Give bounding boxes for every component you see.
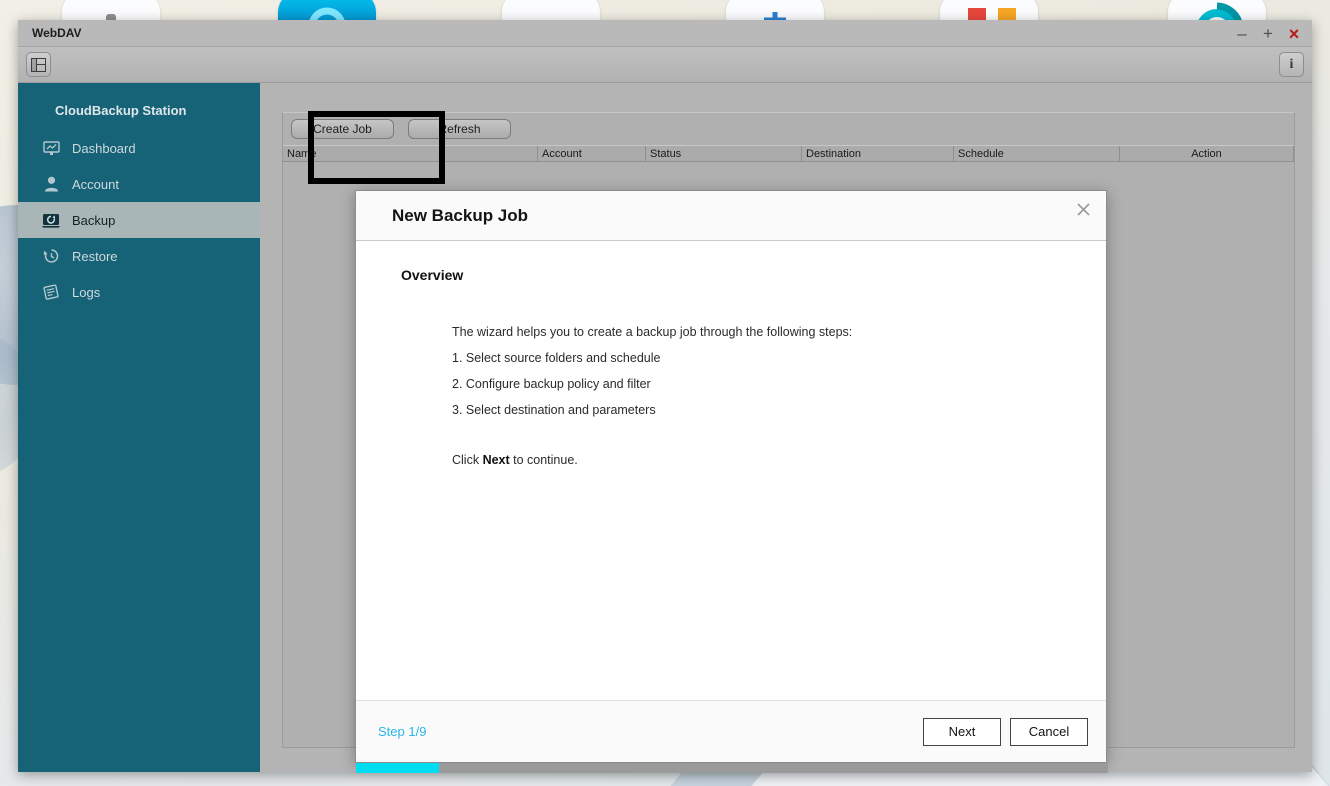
window-controls: – + ×: [1232, 20, 1304, 47]
jobs-toolbar: Create Job Refresh: [283, 113, 1294, 145]
dashboard-icon: [40, 139, 62, 157]
sidebar-item-dashboard[interactable]: Dashboard: [18, 130, 260, 166]
continue-suffix: to continue.: [509, 453, 578, 467]
column-header-name[interactable]: Name: [283, 146, 538, 161]
desktop-background: WebDAV – + × i CloudBackup Station Dashb…: [0, 0, 1330, 786]
close-button[interactable]: ×: [1284, 23, 1304, 45]
cancel-button[interactable]: Cancel: [1010, 717, 1088, 746]
dialog-header: New Backup Job: [356, 191, 1106, 241]
instruction-step-1: 1. Select source folders and schedule: [452, 351, 661, 365]
panel-layout-icon[interactable]: [26, 52, 51, 77]
sidebar: CloudBackup Station Dashboard Account Ba…: [18, 83, 260, 772]
sidebar-item-backup[interactable]: Backup: [18, 202, 260, 238]
dialog-title: New Backup Job: [392, 205, 529, 225]
dialog-actions: Next Cancel: [923, 717, 1088, 746]
application-window: WebDAV – + × i CloudBackup Station Dashb…: [18, 20, 1312, 773]
instruction-spacer: [452, 429, 1106, 453]
refresh-button[interactable]: Refresh: [408, 119, 511, 139]
sidebar-item-label: Backup: [72, 212, 116, 228]
window-titlebar: WebDAV – + ×: [18, 20, 1312, 47]
maximize-button[interactable]: +: [1258, 23, 1278, 45]
panel-layout-glyph: [31, 57, 46, 72]
jobs-table-header: Name Account Status Destination Schedule…: [283, 145, 1294, 162]
column-header-destination[interactable]: Destination: [802, 146, 954, 161]
restore-clock-icon: [40, 247, 62, 265]
instruction-intro: The wizard helps you to create a backup …: [452, 325, 853, 339]
sidebar-item-label: Dashboard: [72, 140, 136, 156]
instruction-continue: Click Next to continue.: [452, 453, 1106, 467]
window-title: WebDAV: [32, 26, 82, 40]
column-header-account[interactable]: Account: [538, 146, 646, 161]
new-backup-job-dialog: New Backup Job Overview The wizard helps…: [355, 190, 1108, 773]
user-icon: [40, 175, 62, 193]
wizard-progress-track: [356, 763, 1108, 773]
wizard-progress-fill: [356, 763, 439, 773]
next-button[interactable]: Next: [923, 717, 1001, 746]
dialog-footer: Step 1/9 Next Cancel: [356, 700, 1108, 773]
sidebar-item-logs[interactable]: Logs: [18, 274, 260, 310]
instruction-step-3: 3. Select destination and parameters: [452, 403, 656, 417]
sidebar-item-account[interactable]: Account: [18, 166, 260, 202]
instruction-step-2: 2. Configure backup policy and filter: [452, 377, 651, 391]
logs-icon: [40, 283, 62, 301]
create-job-button[interactable]: Create Job: [291, 119, 394, 139]
continue-bold: Next: [482, 453, 510, 467]
app-title: CloudBackup Station: [55, 103, 187, 118]
step-indicator: Step 1/9: [378, 724, 427, 739]
column-header-status[interactable]: Status: [646, 146, 802, 161]
sidebar-item-restore[interactable]: Restore: [18, 238, 260, 274]
sidebar-item-label: Restore: [72, 248, 118, 264]
continue-prefix: Click: [452, 453, 483, 467]
info-button[interactable]: i: [1279, 52, 1304, 77]
dialog-body: Overview The wizard helps you to create …: [356, 241, 1106, 700]
column-header-schedule[interactable]: Schedule: [954, 146, 1120, 161]
column-header-action[interactable]: Action: [1120, 146, 1294, 161]
close-icon[interactable]: [1072, 198, 1094, 220]
app-toolbar: i: [18, 47, 1312, 83]
dialog-instructions: The wizard helps you to create a backup …: [452, 325, 1106, 467]
sidebar-item-label: Account: [72, 176, 119, 192]
minimize-button[interactable]: –: [1232, 23, 1252, 45]
dialog-step-title: Overview: [401, 267, 464, 283]
backup-icon: [40, 211, 62, 229]
sidebar-item-label: Logs: [72, 284, 101, 300]
